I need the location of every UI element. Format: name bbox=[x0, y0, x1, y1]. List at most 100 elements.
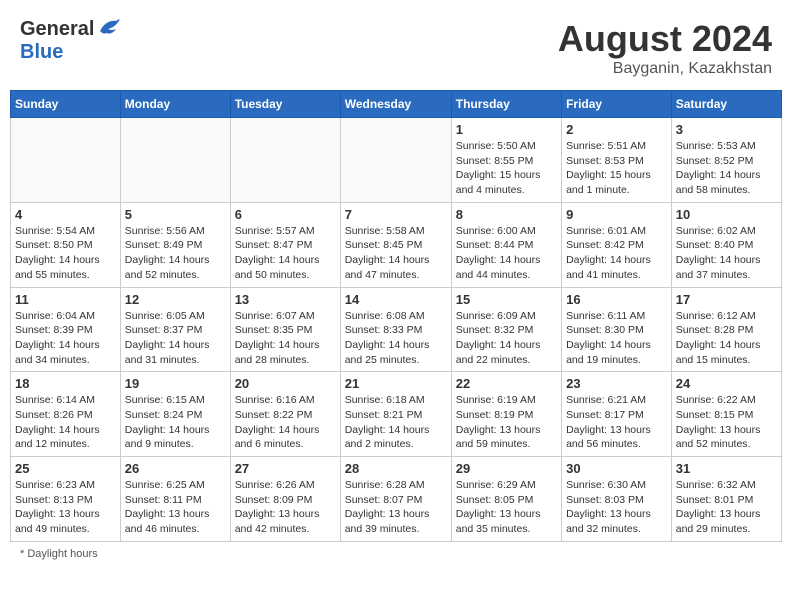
day-number: 16 bbox=[566, 292, 667, 307]
day-info: Sunrise: 6:05 AMSunset: 8:37 PMDaylight:… bbox=[125, 309, 226, 368]
day-number: 10 bbox=[676, 207, 777, 222]
day-number: 12 bbox=[125, 292, 226, 307]
calendar-cell bbox=[340, 118, 451, 203]
calendar-cell bbox=[120, 118, 230, 203]
day-number: 13 bbox=[235, 292, 336, 307]
calendar-cell: 23 Sunrise: 6:21 AMSunset: 8:17 PMDayligh… bbox=[562, 372, 672, 457]
day-number: 7 bbox=[345, 207, 447, 222]
day-info: Sunrise: 6:15 AMSunset: 8:24 PMDaylight:… bbox=[125, 393, 226, 452]
header-saturday: Saturday bbox=[671, 91, 781, 118]
day-info: Sunrise: 6:29 AMSunset: 8:05 PMDaylight:… bbox=[456, 478, 557, 537]
calendar-week-row: 1 Sunrise: 5:50 AMSunset: 8:55 PMDaylight… bbox=[11, 118, 782, 203]
day-number: 29 bbox=[456, 461, 557, 476]
day-number: 21 bbox=[345, 376, 447, 391]
day-info: Sunrise: 5:57 AMSunset: 8:47 PMDaylight:… bbox=[235, 224, 336, 283]
day-number: 25 bbox=[15, 461, 116, 476]
day-info: Sunrise: 6:02 AMSunset: 8:40 PMDaylight:… bbox=[676, 224, 777, 283]
day-info: Sunrise: 6:19 AMSunset: 8:19 PMDaylight:… bbox=[456, 393, 557, 452]
day-number: 24 bbox=[676, 376, 777, 391]
calendar-cell: 2 Sunrise: 5:51 AMSunset: 8:53 PMDaylight… bbox=[562, 118, 672, 203]
day-number: 19 bbox=[125, 376, 226, 391]
header-sunday: Sunday bbox=[11, 91, 121, 118]
calendar-week-row: 4 Sunrise: 5:54 AMSunset: 8:50 PMDaylight… bbox=[11, 202, 782, 287]
calendar-cell: 30Sunrise: 6:30 AMSunset: 8:03 PMDayligh… bbox=[562, 457, 672, 542]
day-number: 15 bbox=[456, 292, 557, 307]
day-number: 2 bbox=[566, 122, 667, 137]
logo-blue-text: Blue bbox=[20, 41, 63, 63]
calendar-cell: 18 Sunrise: 6:14 AMSunset: 8:26 PMDayligh… bbox=[11, 372, 121, 457]
calendar-cell: 15 Sunrise: 6:09 AMSunset: 8:32 PMDayligh… bbox=[451, 287, 561, 372]
day-number: 26 bbox=[125, 461, 226, 476]
calendar-cell: 19 Sunrise: 6:15 AMSunset: 8:24 PMDayligh… bbox=[120, 372, 230, 457]
calendar-cell: 17 Sunrise: 6:12 AMSunset: 8:28 PMDayligh… bbox=[671, 287, 781, 372]
day-info: Sunrise: 6:11 AMSunset: 8:30 PMDaylight:… bbox=[566, 309, 667, 368]
day-info: Sunrise: 5:56 AMSunset: 8:49 PMDaylight:… bbox=[125, 224, 226, 283]
calendar-cell: 1 Sunrise: 5:50 AMSunset: 8:55 PMDaylight… bbox=[451, 118, 561, 203]
day-number: 27 bbox=[235, 461, 336, 476]
logo: General Blue bbox=[20, 18, 120, 64]
day-info: Sunrise: 6:28 AMSunset: 8:07 PMDaylight:… bbox=[345, 478, 447, 537]
calendar-cell: 22 Sunrise: 6:19 AMSunset: 8:19 PMDayligh… bbox=[451, 372, 561, 457]
day-number: 30 bbox=[566, 461, 667, 476]
day-number: 5 bbox=[125, 207, 226, 222]
day-info: Sunrise: 5:58 AMSunset: 8:45 PMDaylight:… bbox=[345, 224, 447, 283]
calendar-cell: 14 Sunrise: 6:08 AMSunset: 8:33 PMDayligh… bbox=[340, 287, 451, 372]
day-info: Sunrise: 6:18 AMSunset: 8:21 PMDaylight:… bbox=[345, 393, 447, 452]
calendar-cell: 11Sunrise: 6:04 AMSunset: 8:39 PMDayligh… bbox=[11, 287, 121, 372]
calendar-cell: 29 Sunrise: 6:29 AMSunset: 8:05 PMDayligh… bbox=[451, 457, 561, 542]
day-number: 18 bbox=[15, 376, 116, 391]
calendar-cell: 9Sunrise: 6:01 AMSunset: 8:42 PMDaylight… bbox=[562, 202, 672, 287]
calendar-cell: 28 Sunrise: 6:28 AMSunset: 8:07 PMDayligh… bbox=[340, 457, 451, 542]
month-year-title: August 2024 bbox=[558, 18, 772, 60]
day-info: Sunrise: 6:25 AMSunset: 8:11 PMDaylight:… bbox=[125, 478, 226, 537]
calendar-cell: 31Sunrise: 6:32 AMSunset: 8:01 PMDayligh… bbox=[671, 457, 781, 542]
calendar-cell: 6Sunrise: 5:57 AMSunset: 8:47 PMDaylight… bbox=[230, 202, 340, 287]
logo-general-text: General bbox=[20, 18, 94, 41]
day-info: Sunrise: 6:01 AMSunset: 8:42 PMDaylight:… bbox=[566, 224, 667, 283]
day-number: 28 bbox=[345, 461, 447, 476]
day-info: Sunrise: 6:07 AMSunset: 8:35 PMDaylight:… bbox=[235, 309, 336, 368]
day-info: Sunrise: 6:14 AMSunset: 8:26 PMDaylight:… bbox=[15, 393, 116, 452]
day-number: 3 bbox=[676, 122, 777, 137]
day-number: 23 bbox=[566, 376, 667, 391]
location-subtitle: Bayganin, Kazakhstan bbox=[558, 60, 772, 78]
calendar-cell: 12 Sunrise: 6:05 AMSunset: 8:37 PMDayligh… bbox=[120, 287, 230, 372]
calendar-cell: 25Sunrise: 6:23 AMSunset: 8:13 PMDayligh… bbox=[11, 457, 121, 542]
day-number: 20 bbox=[235, 376, 336, 391]
day-info: Sunrise: 6:04 AMSunset: 8:39 PMDaylight:… bbox=[15, 309, 116, 368]
day-number: 17 bbox=[676, 292, 777, 307]
day-info: Sunrise: 6:08 AMSunset: 8:33 PMDaylight:… bbox=[345, 309, 447, 368]
logo-bird-icon bbox=[98, 17, 120, 35]
day-number: 4 bbox=[15, 207, 116, 222]
calendar-week-row: 11Sunrise: 6:04 AMSunset: 8:39 PMDayligh… bbox=[11, 287, 782, 372]
header-monday: Monday bbox=[120, 91, 230, 118]
calendar-cell: 26 Sunrise: 6:25 AMSunset: 8:11 PMDayligh… bbox=[120, 457, 230, 542]
header-thursday: Thursday bbox=[451, 91, 561, 118]
day-info: Sunrise: 6:32 AMSunset: 8:01 PMDaylight:… bbox=[676, 478, 777, 537]
calendar-cell: 10 Sunrise: 6:02 AMSunset: 8:40 PMDayligh… bbox=[671, 202, 781, 287]
day-number: 8 bbox=[456, 207, 557, 222]
day-info: Sunrise: 5:51 AMSunset: 8:53 PMDaylight:… bbox=[566, 139, 667, 198]
day-number: 1 bbox=[456, 122, 557, 137]
day-number: 14 bbox=[345, 292, 447, 307]
day-info: Sunrise: 6:22 AMSunset: 8:15 PMDaylight:… bbox=[676, 393, 777, 452]
calendar-cell: 3 Sunrise: 5:53 AMSunset: 8:52 PMDaylight… bbox=[671, 118, 781, 203]
calendar-cell: 27Sunrise: 6:26 AMSunset: 8:09 PMDayligh… bbox=[230, 457, 340, 542]
calendar-cell: 16 Sunrise: 6:11 AMSunset: 8:30 PMDayligh… bbox=[562, 287, 672, 372]
day-info: Sunrise: 6:21 AMSunset: 8:17 PMDaylight:… bbox=[566, 393, 667, 452]
footer-note: * Daylight hours bbox=[10, 548, 782, 560]
day-info: Sunrise: 5:53 AMSunset: 8:52 PMDaylight:… bbox=[676, 139, 777, 198]
calendar-cell bbox=[230, 118, 340, 203]
day-info: Sunrise: 6:09 AMSunset: 8:32 PMDaylight:… bbox=[456, 309, 557, 368]
page-header: General Blue August 2024 Bayganin, Kazak… bbox=[10, 10, 782, 82]
calendar-week-row: 18 Sunrise: 6:14 AMSunset: 8:26 PMDayligh… bbox=[11, 372, 782, 457]
day-info: Sunrise: 5:50 AMSunset: 8:55 PMDaylight:… bbox=[456, 139, 557, 198]
header-wednesday: Wednesday bbox=[340, 91, 451, 118]
day-number: 22 bbox=[456, 376, 557, 391]
day-info: Sunrise: 6:00 AMSunset: 8:44 PMDaylight:… bbox=[456, 224, 557, 283]
days-header-row: Sunday Monday Tuesday Wednesday Thursday… bbox=[11, 91, 782, 118]
calendar-cell: 8 Sunrise: 6:00 AMSunset: 8:44 PMDaylight… bbox=[451, 202, 561, 287]
calendar-week-row: 25Sunrise: 6:23 AMSunset: 8:13 PMDayligh… bbox=[11, 457, 782, 542]
day-info: Sunrise: 5:54 AMSunset: 8:50 PMDaylight:… bbox=[15, 224, 116, 283]
day-info: Sunrise: 6:12 AMSunset: 8:28 PMDaylight:… bbox=[676, 309, 777, 368]
